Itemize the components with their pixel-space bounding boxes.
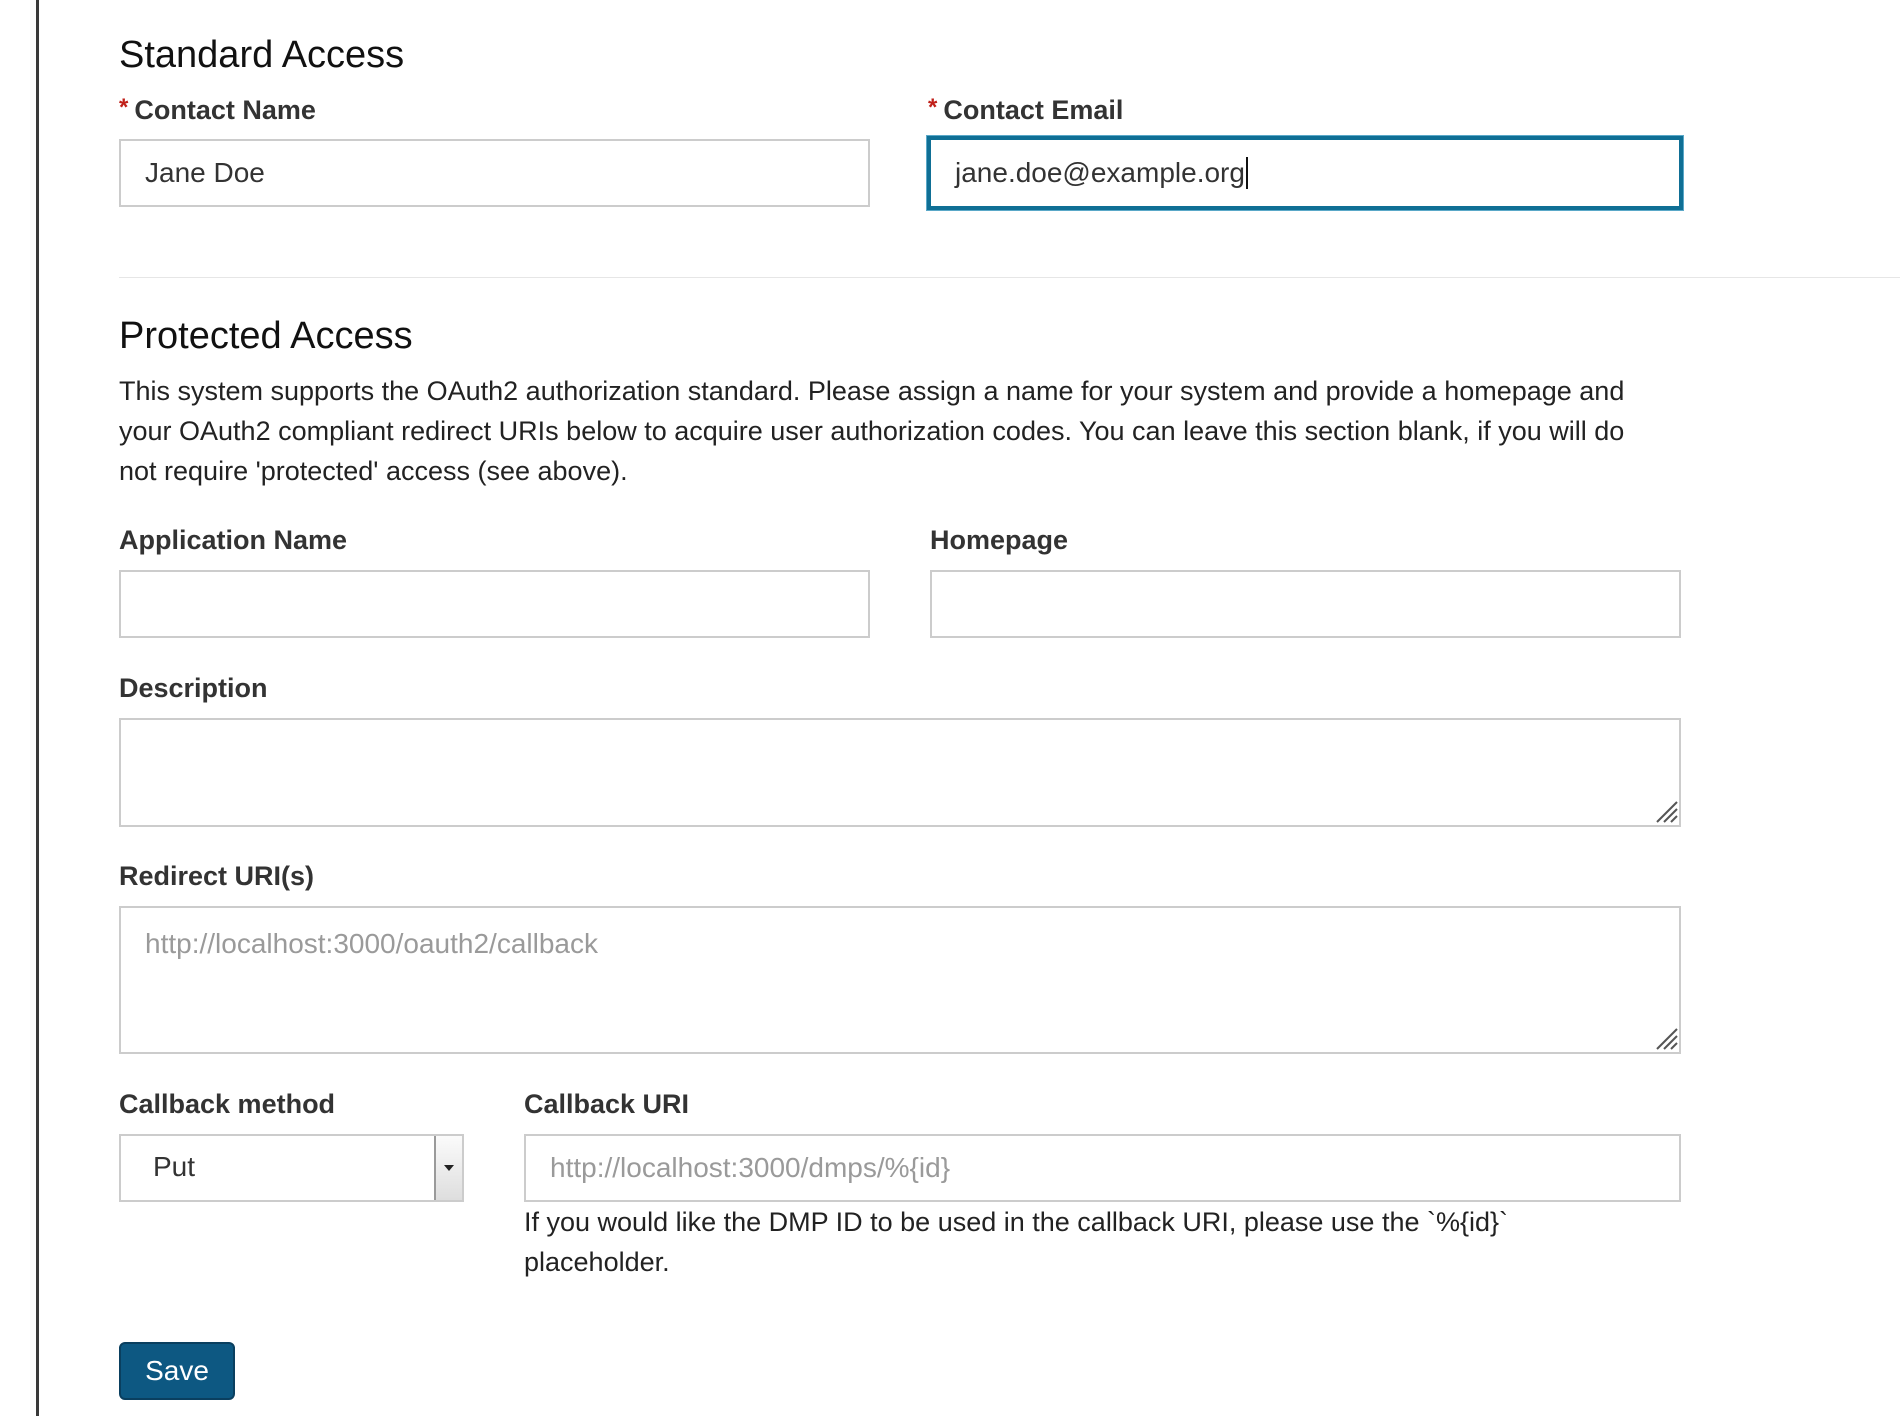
description-line: your OAuth2 compliant redirect URIs belo… bbox=[119, 416, 1625, 446]
section-divider bbox=[119, 277, 1900, 278]
callback-method-label: Callback method bbox=[119, 1089, 336, 1119]
text-cursor bbox=[1245, 157, 1248, 189]
page-left-border bbox=[36, 0, 39, 1416]
chevron-down-icon bbox=[444, 1165, 454, 1171]
resize-grip-icon[interactable] bbox=[1653, 1025, 1679, 1051]
api-client-form: Standard Access *Contact Name *Contact E… bbox=[119, 0, 1900, 1416]
resize-grip-icon[interactable] bbox=[1653, 798, 1679, 824]
required-marker: * bbox=[928, 94, 938, 121]
description-textarea[interactable] bbox=[119, 718, 1681, 827]
save-button[interactable]: Save bbox=[119, 1342, 235, 1400]
required-marker: * bbox=[119, 94, 129, 121]
callback-uri-label: Callback URI bbox=[524, 1089, 690, 1119]
help-line: If you would like the DMP ID to be used … bbox=[524, 1207, 1509, 1237]
callback-method-selected-value: Put bbox=[153, 1151, 196, 1182]
standard-access-heading: Standard Access bbox=[119, 34, 405, 76]
callback-uri-input[interactable] bbox=[524, 1134, 1681, 1202]
contact-email-label: * Contact Email bbox=[928, 94, 1123, 126]
contact-name-input[interactable] bbox=[119, 139, 870, 207]
contact-email-input[interactable]: jane.doe@example.org bbox=[927, 136, 1683, 210]
contact-email-value: jane.doe@example.org bbox=[955, 157, 1245, 188]
callback-uri-help: If you would like the DMP ID to be used … bbox=[524, 1202, 1681, 1282]
help-line: placeholder. bbox=[524, 1247, 670, 1277]
application-name-input[interactable] bbox=[119, 570, 870, 638]
contact-name-label: * Contact Name bbox=[119, 94, 316, 126]
protected-access-description: This system supports the OAuth2 authoriz… bbox=[119, 371, 1819, 491]
description-line: not require 'protected' access (see abov… bbox=[119, 456, 628, 486]
application-name-label: Application Name bbox=[119, 525, 348, 555]
contact-name-label-text: Contact Name bbox=[134, 95, 316, 125]
contact-email-label-text: Contact Email bbox=[943, 95, 1124, 125]
description-line: This system supports the OAuth2 authoriz… bbox=[119, 376, 1625, 406]
dropdown-button[interactable] bbox=[434, 1136, 462, 1200]
callback-method-select[interactable]: Put bbox=[119, 1134, 464, 1202]
homepage-label: Homepage bbox=[930, 525, 1069, 555]
redirect-uris-label: Redirect URI(s) bbox=[119, 861, 315, 891]
homepage-input[interactable] bbox=[930, 570, 1681, 638]
protected-access-heading: Protected Access bbox=[119, 315, 413, 357]
description-label: Description bbox=[119, 673, 268, 703]
redirect-uris-textarea[interactable] bbox=[119, 906, 1681, 1054]
